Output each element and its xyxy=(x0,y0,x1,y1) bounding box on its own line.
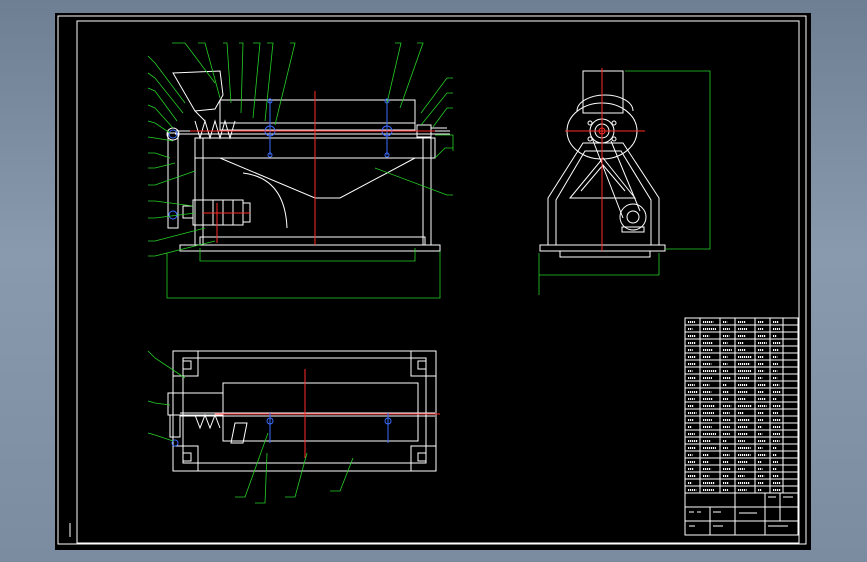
base-frame xyxy=(179,244,441,252)
bearing-right xyxy=(381,98,393,158)
screen-drum xyxy=(219,99,416,131)
front-leaders-left xyxy=(147,55,216,257)
front-leaders-top xyxy=(172,42,424,126)
hopper xyxy=(172,70,224,112)
side-hopper xyxy=(582,70,624,114)
front-overall-dimension xyxy=(166,251,441,299)
top-screen-drum xyxy=(222,382,419,442)
cad-viewport[interactable] xyxy=(55,13,811,550)
parts-list xyxy=(684,317,799,494)
side-drive-belt xyxy=(591,137,641,219)
side-view xyxy=(538,68,711,295)
parts-list-rows xyxy=(685,324,798,487)
side-motor-pulley xyxy=(619,203,647,231)
engineering-drawing xyxy=(57,15,807,545)
title-block xyxy=(684,492,799,536)
side-height-dimension xyxy=(625,70,711,250)
front-view xyxy=(147,42,454,299)
collection-trough xyxy=(219,157,416,199)
top-view xyxy=(147,350,440,504)
